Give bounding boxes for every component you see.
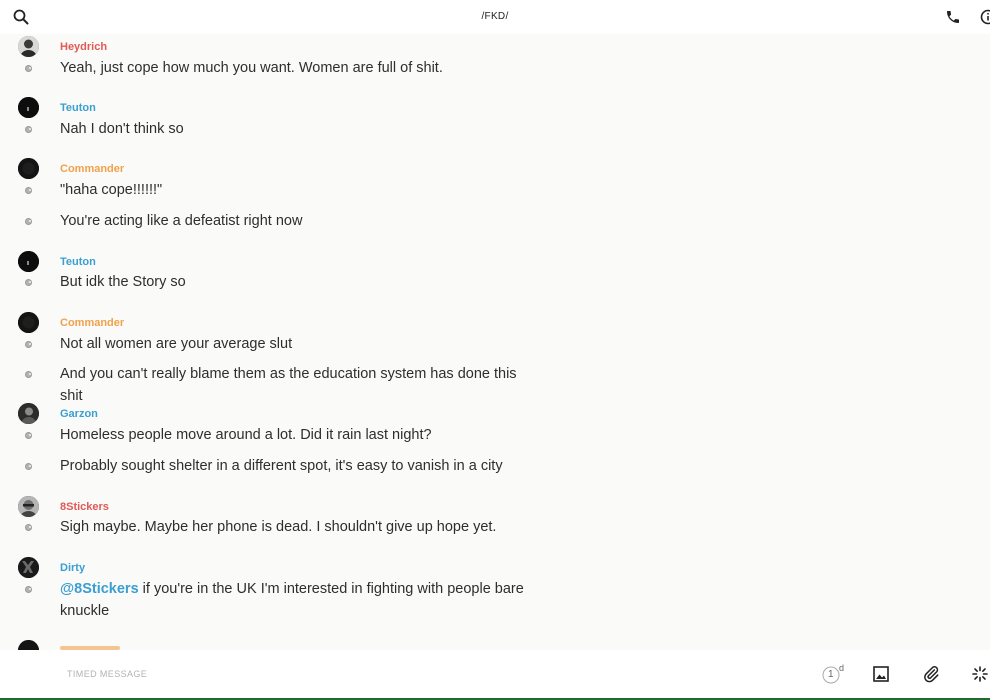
read-receipt-icon <box>25 463 32 470</box>
read-receipt-icon <box>25 341 32 348</box>
read-receipt-icon <box>25 432 32 439</box>
message-text: But idk the Story so <box>60 274 186 290</box>
message-text: Sigh maybe. Maybe her phone is dead. I s… <box>60 519 497 535</box>
message-author[interactable]: Garzon <box>60 408 98 420</box>
avatar[interactable] <box>18 251 39 272</box>
read-receipt-icon <box>25 524 32 531</box>
message-author[interactable]: Heydrich <box>60 41 107 53</box>
message-text: And you can't really blame them as the e… <box>60 366 517 404</box>
composer-bar: TIMED MESSAGE 1 d <box>0 650 990 700</box>
message-author[interactable]: Dirty <box>60 562 85 574</box>
message-text: Homeless people move around a lot. Did i… <box>60 427 432 443</box>
message-text: You're acting like a defeatist right now <box>60 213 303 229</box>
read-receipt-icon <box>25 65 32 72</box>
info-icon[interactable] <box>980 9 990 25</box>
read-receipt-icon <box>25 279 32 286</box>
avatar[interactable] <box>18 312 39 333</box>
message-author[interactable]: 8Stickers <box>60 501 109 513</box>
read-receipt-icon <box>25 371 32 378</box>
phone-icon[interactable] <box>945 9 961 30</box>
timer-icon[interactable]: 1 d <box>821 663 847 686</box>
message-text: Probably sought shelter in a different s… <box>60 458 503 474</box>
timer-count: 1 <box>828 669 834 680</box>
message-author[interactable]: Teuton <box>60 102 96 114</box>
read-receipt-icon <box>25 586 32 593</box>
read-receipt-icon <box>25 126 32 133</box>
read-receipt-icon <box>25 218 32 225</box>
message-author[interactable]: Commander <box>60 163 124 175</box>
avatar[interactable] <box>18 403 39 424</box>
read-receipt-icon <box>25 187 32 194</box>
message-author[interactable]: Teuton <box>60 256 96 268</box>
message-text: "haha cope!!!!!!" <box>60 182 163 198</box>
message-text: Not all women are your average slut <box>60 336 293 352</box>
message-text: Nah I don't think so <box>60 121 184 137</box>
message-text-line: knuckle <box>60 603 110 619</box>
message-text-line: if you're in the UK I'm interested in fi… <box>142 581 524 597</box>
message-text: @8Stickers if you're in the UK I'm inter… <box>60 578 540 622</box>
message-input[interactable]: TIMED MESSAGE <box>67 669 147 679</box>
paperclip-icon[interactable] <box>922 665 940 688</box>
timer-unit: d <box>839 663 845 673</box>
avatar[interactable] <box>18 36 39 57</box>
conversation-title: /FKD/ <box>481 11 509 22</box>
message-text: Yeah, just cope how much you want. Women… <box>60 60 443 76</box>
avatar[interactable] <box>18 97 39 118</box>
user-mention[interactable]: @8Stickers <box>60 581 139 597</box>
image-icon[interactable] <box>873 666 889 687</box>
avatar[interactable] <box>18 496 39 517</box>
avatar[interactable] <box>18 640 39 650</box>
top-bar: /FKD/ <box>0 0 990 34</box>
sparkle-icon[interactable] <box>972 666 988 687</box>
message-list[interactable]: Heydrich Yeah, just cope how much you wa… <box>0 34 990 650</box>
avatar[interactable] <box>18 557 39 578</box>
avatar[interactable] <box>18 158 39 179</box>
message-author[interactable]: Commander <box>60 317 124 329</box>
